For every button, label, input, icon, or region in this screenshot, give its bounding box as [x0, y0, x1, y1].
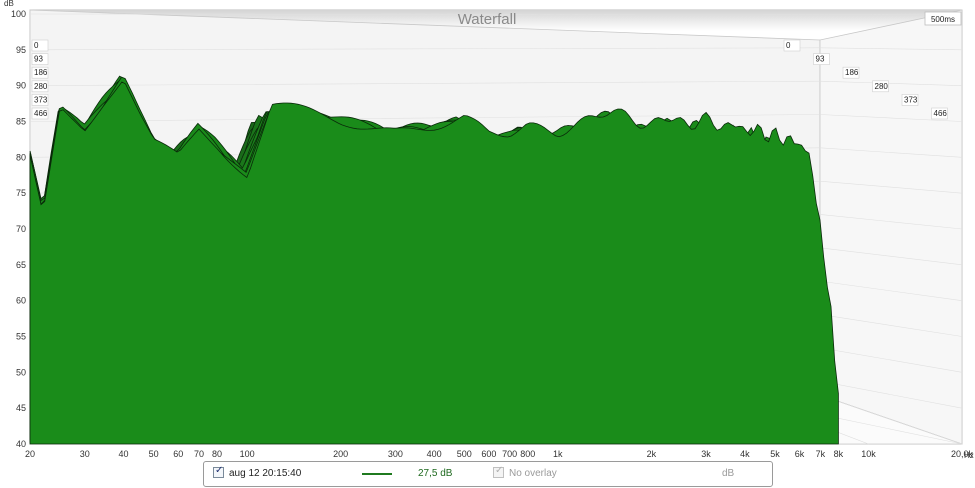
y-tick-label: 95: [16, 45, 26, 55]
series-line-swatch: [362, 473, 392, 475]
x-tick-label: 200: [333, 449, 348, 459]
time-slice-label-right: 186: [845, 68, 859, 77]
time-slice-label-right: 373: [904, 95, 918, 104]
y-tick-label: 70: [16, 224, 26, 234]
x-tick-label: 40: [119, 449, 129, 459]
x-tick-label: 60: [173, 449, 183, 459]
time-slice-label-right: 280: [875, 82, 889, 91]
time-slice-label-right: 93: [816, 55, 825, 64]
x-tick-label: 700: [502, 449, 517, 459]
chart-title: Waterfall: [458, 11, 517, 28]
y-tick-label: 65: [16, 260, 26, 270]
x-axis-ticks: 20 30 40 50 60 70 80 100 200 300 400 500 600 700 800 1k…: [25, 449, 974, 459]
x-tick-label: 80: [212, 449, 222, 459]
x-tick-label: 20: [25, 449, 35, 459]
spectrum-slice: [29, 81, 839, 445]
legend-bar: aug 12 20:15:40 27,5 dB No overlay dB: [203, 461, 773, 487]
overlay-unit: dB: [722, 468, 735, 479]
time-slice-label-left: 186: [34, 68, 48, 77]
x-tick-label: 50: [149, 449, 159, 459]
x-tick-label: 8k: [834, 449, 844, 459]
y-tick-label: 40: [16, 439, 26, 449]
y-axis-ticks: 40 45 50 55 60 65 70 75 80 85 90 95 100: [11, 9, 26, 449]
x-tick-label: 100: [240, 449, 255, 459]
x-axis-unit: Hz: [964, 451, 974, 460]
x-tick-label: 400: [427, 449, 442, 459]
time-window-label: 500ms: [931, 15, 955, 24]
time-slice-label-left: 280: [34, 82, 48, 91]
waterfall-chart: 40 45 50 55 60 65 70 75 80 85 90 95 100 20 30 40 50 60 70…: [4, 0, 974, 460]
x-tick-label: 6k: [795, 449, 805, 459]
y-tick-label: 90: [16, 81, 26, 91]
time-slice-label-right: 0: [786, 41, 791, 50]
x-tick-label: 70: [194, 449, 204, 459]
x-tick-label: 300: [388, 449, 403, 459]
y-tick-label: 45: [16, 403, 26, 413]
x-tick-label: 1k: [553, 449, 563, 459]
time-slice-label-left: 0: [34, 41, 39, 50]
x-tick-label: 2k: [647, 449, 657, 459]
x-tick-label: 30: [80, 449, 90, 459]
x-tick-label: 5k: [770, 449, 780, 459]
series-label: aug 12 20:15:40: [229, 468, 302, 479]
x-tick-label: 500: [457, 449, 472, 459]
time-slice-label-left: 373: [34, 95, 48, 104]
x-tick-label: 10k: [861, 449, 876, 459]
x-tick-label: 7k: [816, 449, 826, 459]
series-checkbox[interactable]: [213, 465, 224, 478]
y-tick-label: 75: [16, 188, 26, 198]
x-tick-label: 3k: [701, 449, 711, 459]
y-axis-unit: dB: [4, 0, 14, 8]
overlay-label: No overlay: [509, 468, 557, 479]
time-slice-label-left: 466: [34, 109, 48, 118]
y-tick-label: 55: [16, 332, 26, 342]
y-tick-label: 85: [16, 117, 26, 127]
y-tick-label: 50: [16, 367, 26, 377]
x-tick-label: 600: [481, 449, 496, 459]
y-tick-label: 80: [16, 152, 26, 162]
time-slice-label-right: 466: [934, 109, 948, 118]
y-tick-label: 100: [11, 9, 26, 19]
overlay-checkbox[interactable]: [493, 465, 504, 478]
y-tick-label: 60: [16, 296, 26, 306]
x-tick-label: 4k: [740, 449, 750, 459]
series-offset: 27,5 dB: [418, 468, 453, 479]
time-slice-label-left: 93: [34, 55, 43, 64]
x-tick-label: 800: [520, 449, 535, 459]
